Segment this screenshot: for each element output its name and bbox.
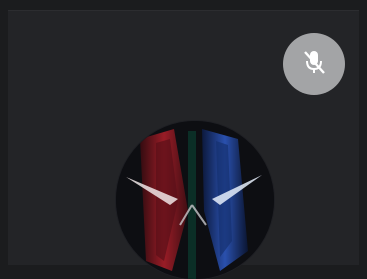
video-tile[interactable] [8, 10, 359, 279]
microphone-muted-icon [297, 45, 331, 84]
avatar [116, 121, 274, 279]
mute-status-badge [283, 33, 345, 95]
